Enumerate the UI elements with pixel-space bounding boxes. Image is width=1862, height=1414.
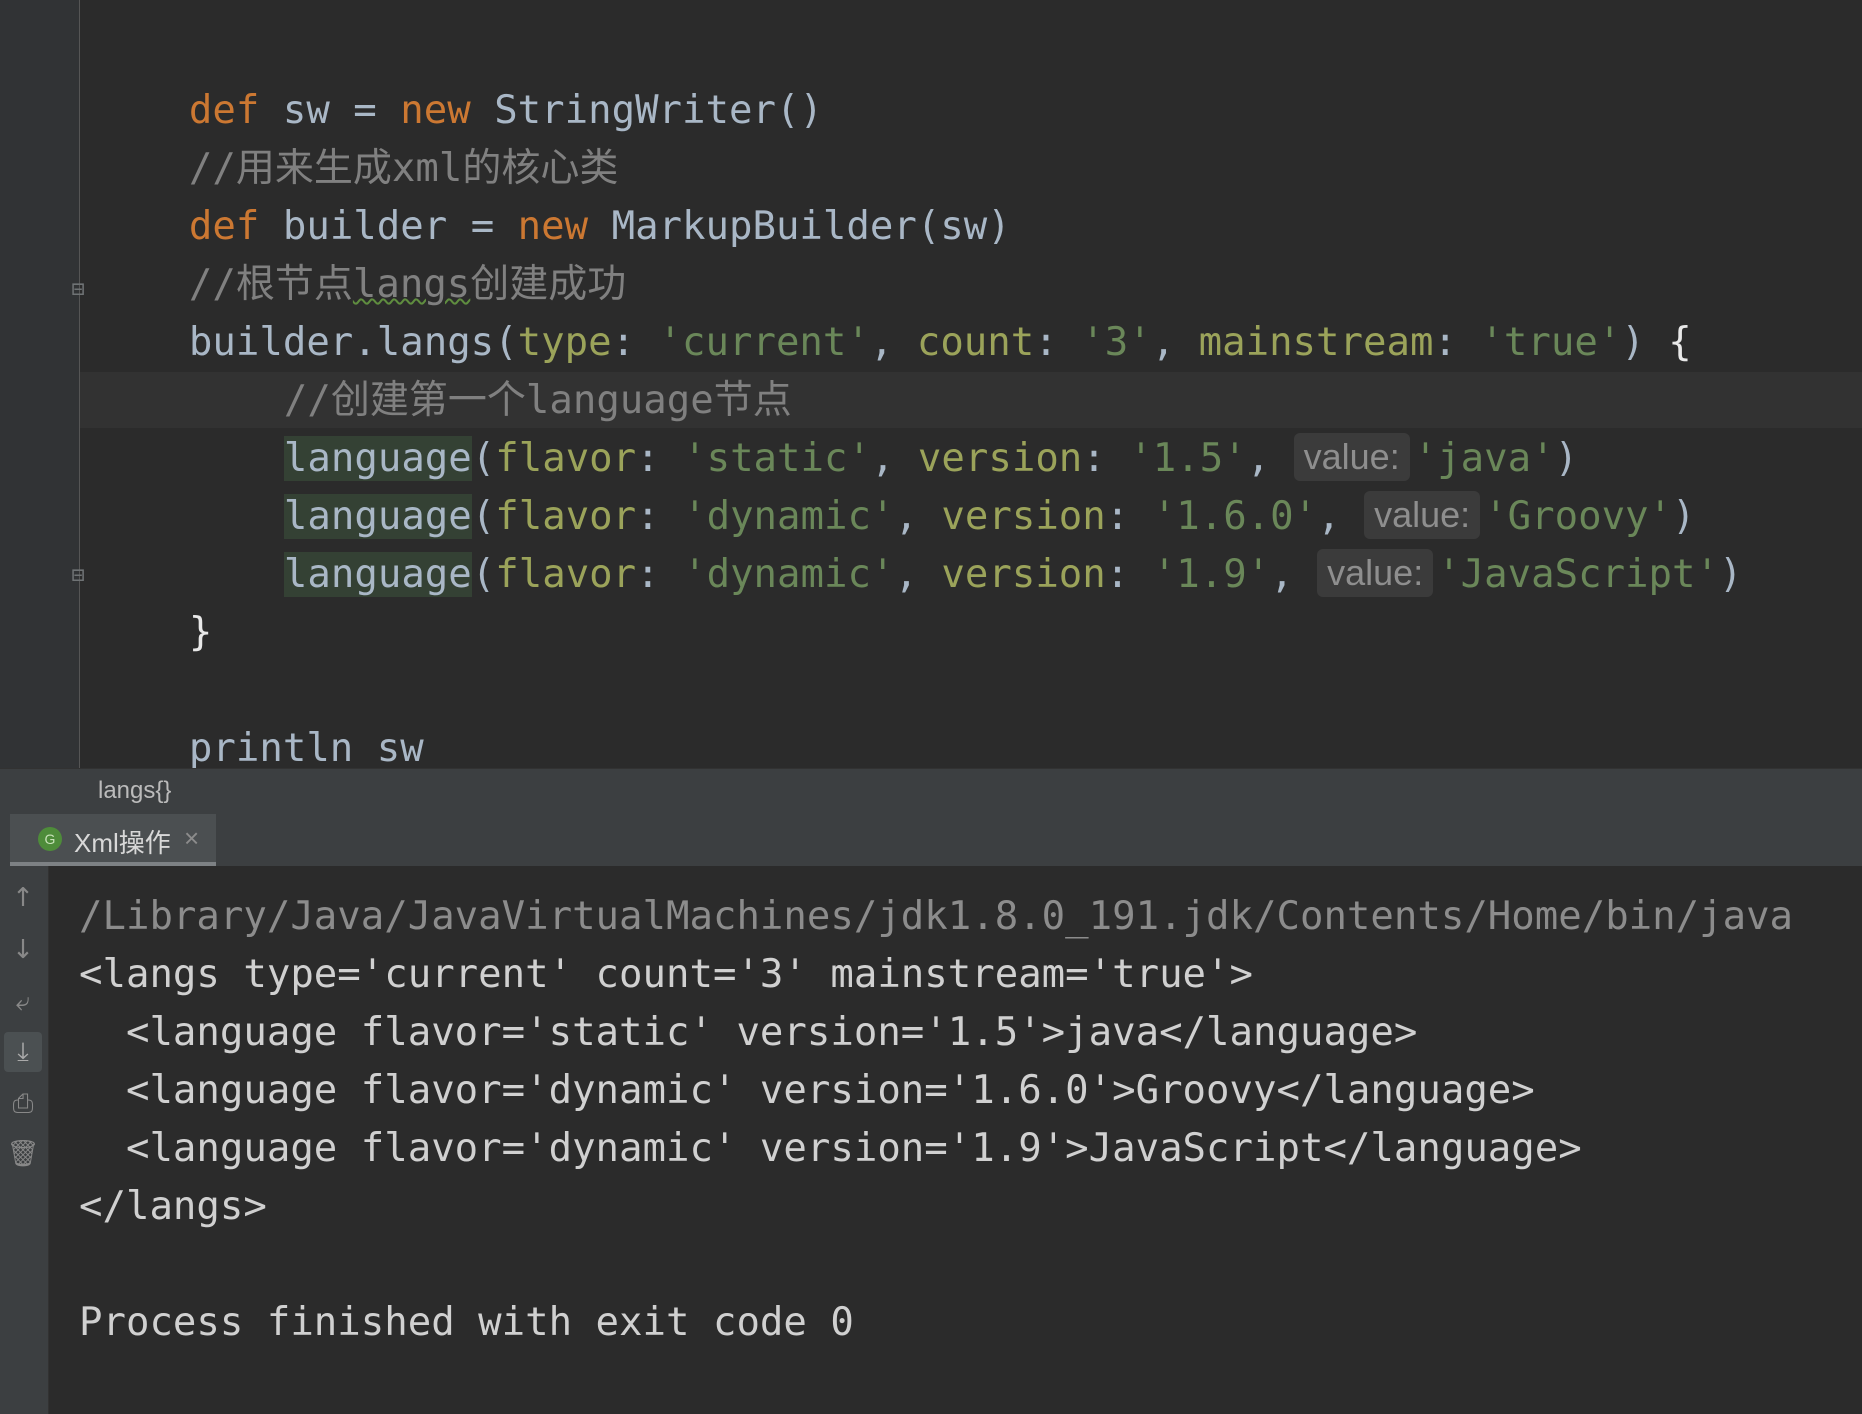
soft-wrap-icon[interactable]: ⤶ bbox=[4, 982, 42, 1022]
code-line-1[interactable]: def sw = new StringWriter() bbox=[95, 24, 823, 133]
console-line: <langs type='current' count='3' mainstre… bbox=[79, 952, 1253, 997]
editor-gutter bbox=[0, 0, 80, 768]
string-literal: 'dynamic' bbox=[683, 552, 895, 597]
code-text: , bbox=[1270, 552, 1318, 597]
string-literal: '1.9' bbox=[1152, 552, 1271, 597]
breadcrumb-item[interactable]: langs{} bbox=[98, 777, 171, 805]
string-literal: '3' bbox=[1081, 320, 1152, 365]
code-line-9[interactable]: language(flavor: 'dynamic', version: '1.… bbox=[190, 488, 1742, 597]
code-text: , bbox=[869, 320, 917, 365]
code-line-6[interactable]: //创建第一个language节点 bbox=[190, 314, 792, 423]
code-line-12[interactable]: println sw bbox=[95, 662, 424, 771]
code-text: , bbox=[894, 552, 942, 597]
code-text: ) bbox=[1718, 552, 1743, 597]
code-text: , bbox=[1151, 320, 1199, 365]
named-arg: version bbox=[941, 552, 1106, 597]
code-text: ( bbox=[471, 552, 496, 597]
code-line-3[interactable]: def builder = new MarkupBuilder(sw) bbox=[95, 140, 1011, 249]
console-line: </langs> bbox=[79, 1184, 267, 1229]
parameter-hint: value: bbox=[1317, 549, 1434, 597]
run-tool-window-tabbar: G Xml操作 × bbox=[0, 814, 1862, 867]
code-editor[interactable]: ⊟ ⊟ def sw = new StringWriter() //用来生成xm… bbox=[0, 0, 1862, 771]
arrow-down-icon[interactable]: ↓ bbox=[4, 930, 42, 970]
close-icon[interactable]: × bbox=[184, 823, 199, 854]
print-icon[interactable]: ⎙ bbox=[4, 1084, 42, 1124]
arrow-up-icon[interactable]: ↑ bbox=[4, 878, 42, 918]
groovy-icon: G bbox=[38, 827, 62, 851]
run-console[interactable]: ↑ ↓ ⤶ ⤓ ⎙ 🗑 /Library/Java/JavaVirtualMac… bbox=[0, 866, 1862, 1414]
string-literal: 'true' bbox=[1480, 320, 1622, 365]
fold-open-icon[interactable]: ⊟ bbox=[68, 276, 88, 304]
code-line-10[interactable]: } bbox=[95, 546, 212, 655]
trash-icon[interactable]: 🗑 bbox=[4, 1134, 42, 1174]
code-line-4[interactable]: //根节点langs创建成功 bbox=[95, 198, 626, 307]
run-tab[interactable]: G Xml操作 × bbox=[10, 814, 216, 866]
code-line-7[interactable]: language(flavor: 'static', version: '1.5… bbox=[190, 372, 1578, 481]
console-line: <language flavor='dynamic' version='1.9'… bbox=[79, 1126, 1582, 1171]
code-text: : bbox=[1105, 552, 1153, 597]
console-line: Process finished with exit code 0 bbox=[79, 1300, 854, 1345]
code-text: ) bbox=[1621, 320, 1669, 365]
code-text: : bbox=[1433, 320, 1481, 365]
code-line-5[interactable]: builder.langs(type: 'current', count: '3… bbox=[95, 256, 1692, 365]
code-line-2[interactable]: //用来生成xml的核心类 bbox=[95, 82, 618, 191]
console-line: <language flavor='dynamic' version='1.6.… bbox=[79, 1068, 1535, 1113]
code-text: println sw bbox=[188, 726, 424, 771]
scroll-to-end-icon[interactable]: ⤓ bbox=[4, 1032, 42, 1072]
fold-close-icon[interactable]: ⊟ bbox=[68, 562, 88, 590]
run-tab-label: Xml操作 bbox=[74, 828, 171, 858]
code-text: : bbox=[1034, 320, 1082, 365]
named-arg: count bbox=[916, 320, 1035, 365]
named-arg: mainstream bbox=[1198, 320, 1434, 365]
breadcrumb: langs{} bbox=[0, 768, 1862, 815]
code-text: : bbox=[636, 552, 684, 597]
console-line: <language flavor='static' version='1.5'>… bbox=[79, 1010, 1418, 1055]
console-line: /Library/Java/JavaVirtualMachines/jdk1.8… bbox=[79, 894, 1794, 939]
brace: { bbox=[1668, 320, 1692, 365]
code-line-8[interactable]: language(flavor: 'dynamic', version: '1.… bbox=[190, 430, 1696, 539]
console-toolbar: ↑ ↓ ⤶ ⤓ ⎙ 🗑 bbox=[0, 866, 49, 1414]
code-text: MarkupBuilder(sw) bbox=[588, 204, 1011, 249]
method-call: language bbox=[283, 552, 472, 597]
string-literal: 'JavaScript' bbox=[1437, 552, 1719, 597]
brace: } bbox=[188, 610, 213, 655]
named-arg: flavor bbox=[495, 552, 637, 597]
